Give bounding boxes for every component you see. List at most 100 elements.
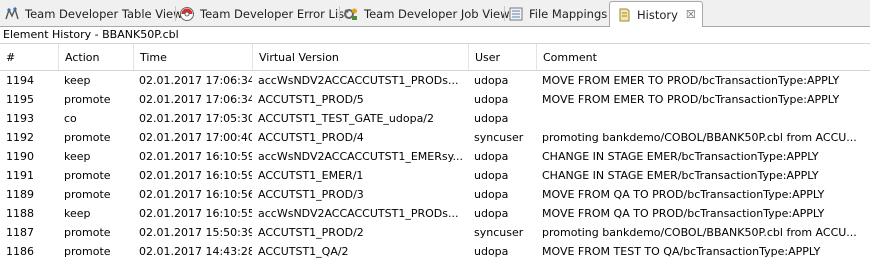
tab-team-developer-job-view[interactable]: Team Developer Job View — [343, 2, 510, 26]
tab-team-developer-error-list[interactable]: Team Developer Error List — [179, 2, 349, 26]
cell-user: udopa — [474, 245, 509, 258]
cell-time: 02.01.2017 16:10:55 — [139, 207, 252, 220]
cell-virtual-version: accWsNDV2ACCACCUTST1_PRODs... — [258, 74, 459, 87]
tab-file-mappings[interactable]: File Mappings — [508, 2, 607, 26]
cell-user: udopa — [474, 150, 509, 163]
cell-virtual-version: ACCUTST1_EMER/1 — [258, 169, 364, 182]
cell-comment — [536, 109, 866, 128]
cell-number: 1190 — [6, 150, 34, 163]
cell-comment: CHANGE IN STAGE EMER/bcTransactionType:A… — [542, 150, 819, 163]
column-header-action[interactable]: Action — [58, 44, 133, 70]
cell-time: 02.01.2017 17:06:34 — [139, 93, 252, 106]
cell-comment: MOVE FROM EMER TO PROD/bcTransactionType… — [542, 93, 840, 106]
job-view-icon — [344, 8, 357, 20]
cell-action: keep — [64, 150, 91, 163]
cell-number: 1187 — [6, 226, 34, 239]
cell-virtual-version: accWsNDV2ACCACCUTST1_PRODs... — [258, 207, 459, 220]
cell-user: udopa — [474, 74, 509, 87]
column-header-virtual-version[interactable]: Virtual Version — [252, 44, 468, 70]
cell-time: 02.01.2017 17:06:34 — [139, 74, 252, 87]
file-mappings-icon — [509, 7, 523, 21]
table-row[interactable]: 1195 promote 02.01.2017 17:06:34 ACCUTST… — [0, 90, 870, 109]
column-header-time[interactable]: Time — [133, 44, 252, 70]
table-row[interactable]: 1191 promote 02.01.2017 16:10:59 ACCUTST… — [0, 166, 870, 185]
cell-comment: CHANGE IN STAGE EMER/bcTransactionType:A… — [542, 169, 819, 182]
cell-number: 1186 — [6, 245, 34, 258]
tab-label: Team Developer Error List — [200, 7, 349, 21]
cell-comment: promoting bankdemo/COBOL/BBANK50P.cbl fr… — [542, 131, 857, 144]
cell-virtual-version: ACCUTST1_PROD/2 — [258, 226, 364, 239]
cell-number: 1191 — [6, 169, 34, 182]
cell-comment: promoting bankdemo/COBOL/BBANK50P.cbl fr… — [542, 226, 857, 239]
cell-action: promote — [64, 131, 111, 144]
history-icon — [619, 8, 630, 21]
table-row[interactable]: 1186 promote 02.01.2017 14:43:28 ACCUTST… — [0, 242, 870, 261]
cell-action: keep — [64, 207, 91, 220]
cell-time: 02.01.2017 16:10:59 — [139, 169, 252, 182]
cell-user: udopa — [474, 112, 509, 125]
cell-action: keep — [64, 74, 91, 87]
tab-separator — [175, 6, 176, 21]
column-header-comment[interactable]: Comment — [536, 44, 870, 70]
cell-action: promote — [64, 245, 111, 258]
cell-time: 02.01.2017 17:05:30 — [139, 112, 252, 125]
cell-action: promote — [64, 93, 111, 106]
tab-label: Team Developer Table View — [25, 7, 183, 21]
tab-separator — [339, 6, 340, 21]
cell-user: udopa — [474, 207, 509, 220]
history-table: # Action Time Virtual Version User Comme… — [0, 44, 870, 261]
cell-comment: MOVE FROM EMER TO PROD/bcTransactionType… — [542, 74, 840, 87]
cell-comment: MOVE FROM TEST TO QA/bcTransactionType:A… — [542, 245, 821, 258]
table-row[interactable]: 1194 keep 02.01.2017 17:06:34 accWsNDV2A… — [0, 71, 870, 90]
element-history-title: Element History - BBANK50P.cbl — [0, 27, 870, 44]
cell-number: 1194 — [6, 74, 34, 87]
table-row[interactable]: 1189 promote 02.01.2017 16:10:56 ACCUTST… — [0, 185, 870, 204]
cell-virtual-version: ACCUTST1_QA/2 — [258, 245, 349, 258]
column-header-number[interactable]: # — [0, 44, 58, 70]
cell-action: promote — [64, 188, 111, 201]
cell-user: udopa — [474, 169, 509, 182]
cell-virtual-version: ACCUTST1_PROD/3 — [258, 188, 364, 201]
table-row[interactable]: 1193 co 02.01.2017 17:05:30 ACCUTST1_TES… — [0, 109, 870, 128]
cell-user: udopa — [474, 188, 509, 201]
tab-label: File Mappings — [529, 7, 608, 21]
table-row[interactable]: 1192 promote 02.01.2017 17:00:40 ACCUTST… — [0, 128, 870, 147]
column-header-user[interactable]: User — [468, 44, 536, 70]
cell-virtual-version: accWsNDV2ACCACCUTST1_EMERsy... — [258, 150, 464, 163]
close-tab-icon[interactable]: ☒ — [686, 8, 696, 21]
tab-label: Team Developer Job View — [364, 7, 510, 21]
table-body: 1194 keep 02.01.2017 17:06:34 accWsNDV2A… — [0, 71, 870, 261]
cell-action: promote — [64, 226, 111, 239]
cell-number: 1193 — [6, 112, 34, 125]
tab-team-developer-table-view[interactable]: Team Developer Table View — [4, 2, 183, 26]
cell-time: 02.01.2017 16:10:56 — [139, 188, 252, 201]
cell-user: udopa — [474, 93, 509, 106]
table-row[interactable]: 1188 keep 02.01.2017 16:10:55 accWsNDV2A… — [0, 204, 870, 223]
cell-action: promote — [64, 169, 111, 182]
cell-virtual-version: ACCUTST1_PROD/4 — [258, 131, 364, 144]
cell-user: syncuser — [474, 226, 524, 239]
cell-comment: MOVE FROM QA TO PROD/bcTransactionType:A… — [542, 188, 825, 201]
cell-action: co — [64, 112, 77, 125]
view-tab-bar: Team Developer Table View Team Developer… — [0, 0, 870, 27]
tab-label: History — [637, 7, 678, 22]
error-list-icon — [180, 7, 194, 21]
cell-number: 1188 — [6, 207, 34, 220]
table-header: # Action Time Virtual Version User Comme… — [0, 44, 870, 71]
table-view-icon — [5, 6, 19, 20]
cell-time: 02.01.2017 17:00:40 — [139, 131, 252, 144]
table-row[interactable]: 1190 keep 02.01.2017 16:10:59 accWsNDV2A… — [0, 147, 870, 166]
cell-virtual-version: ACCUTST1_TEST_GATE_udopa/2 — [258, 112, 435, 125]
cell-time: 02.01.2017 16:10:59 — [139, 150, 252, 163]
cell-time: 02.01.2017 14:43:28 — [139, 245, 252, 258]
tab-separator — [504, 6, 505, 21]
table-row[interactable]: 1187 promote 02.01.2017 15:50:39 ACCUTST… — [0, 223, 870, 242]
cell-number: 1192 — [6, 131, 34, 144]
cell-number: 1189 — [6, 188, 34, 201]
cell-virtual-version: ACCUTST1_PROD/5 — [258, 93, 364, 106]
cell-number: 1195 — [6, 93, 34, 106]
tab-history[interactable]: History ☒ — [609, 1, 703, 27]
cell-user: syncuser — [474, 131, 524, 144]
cell-time: 02.01.2017 15:50:39 — [139, 226, 252, 239]
cell-comment: MOVE FROM QA TO PROD/bcTransactionType:A… — [542, 207, 825, 220]
